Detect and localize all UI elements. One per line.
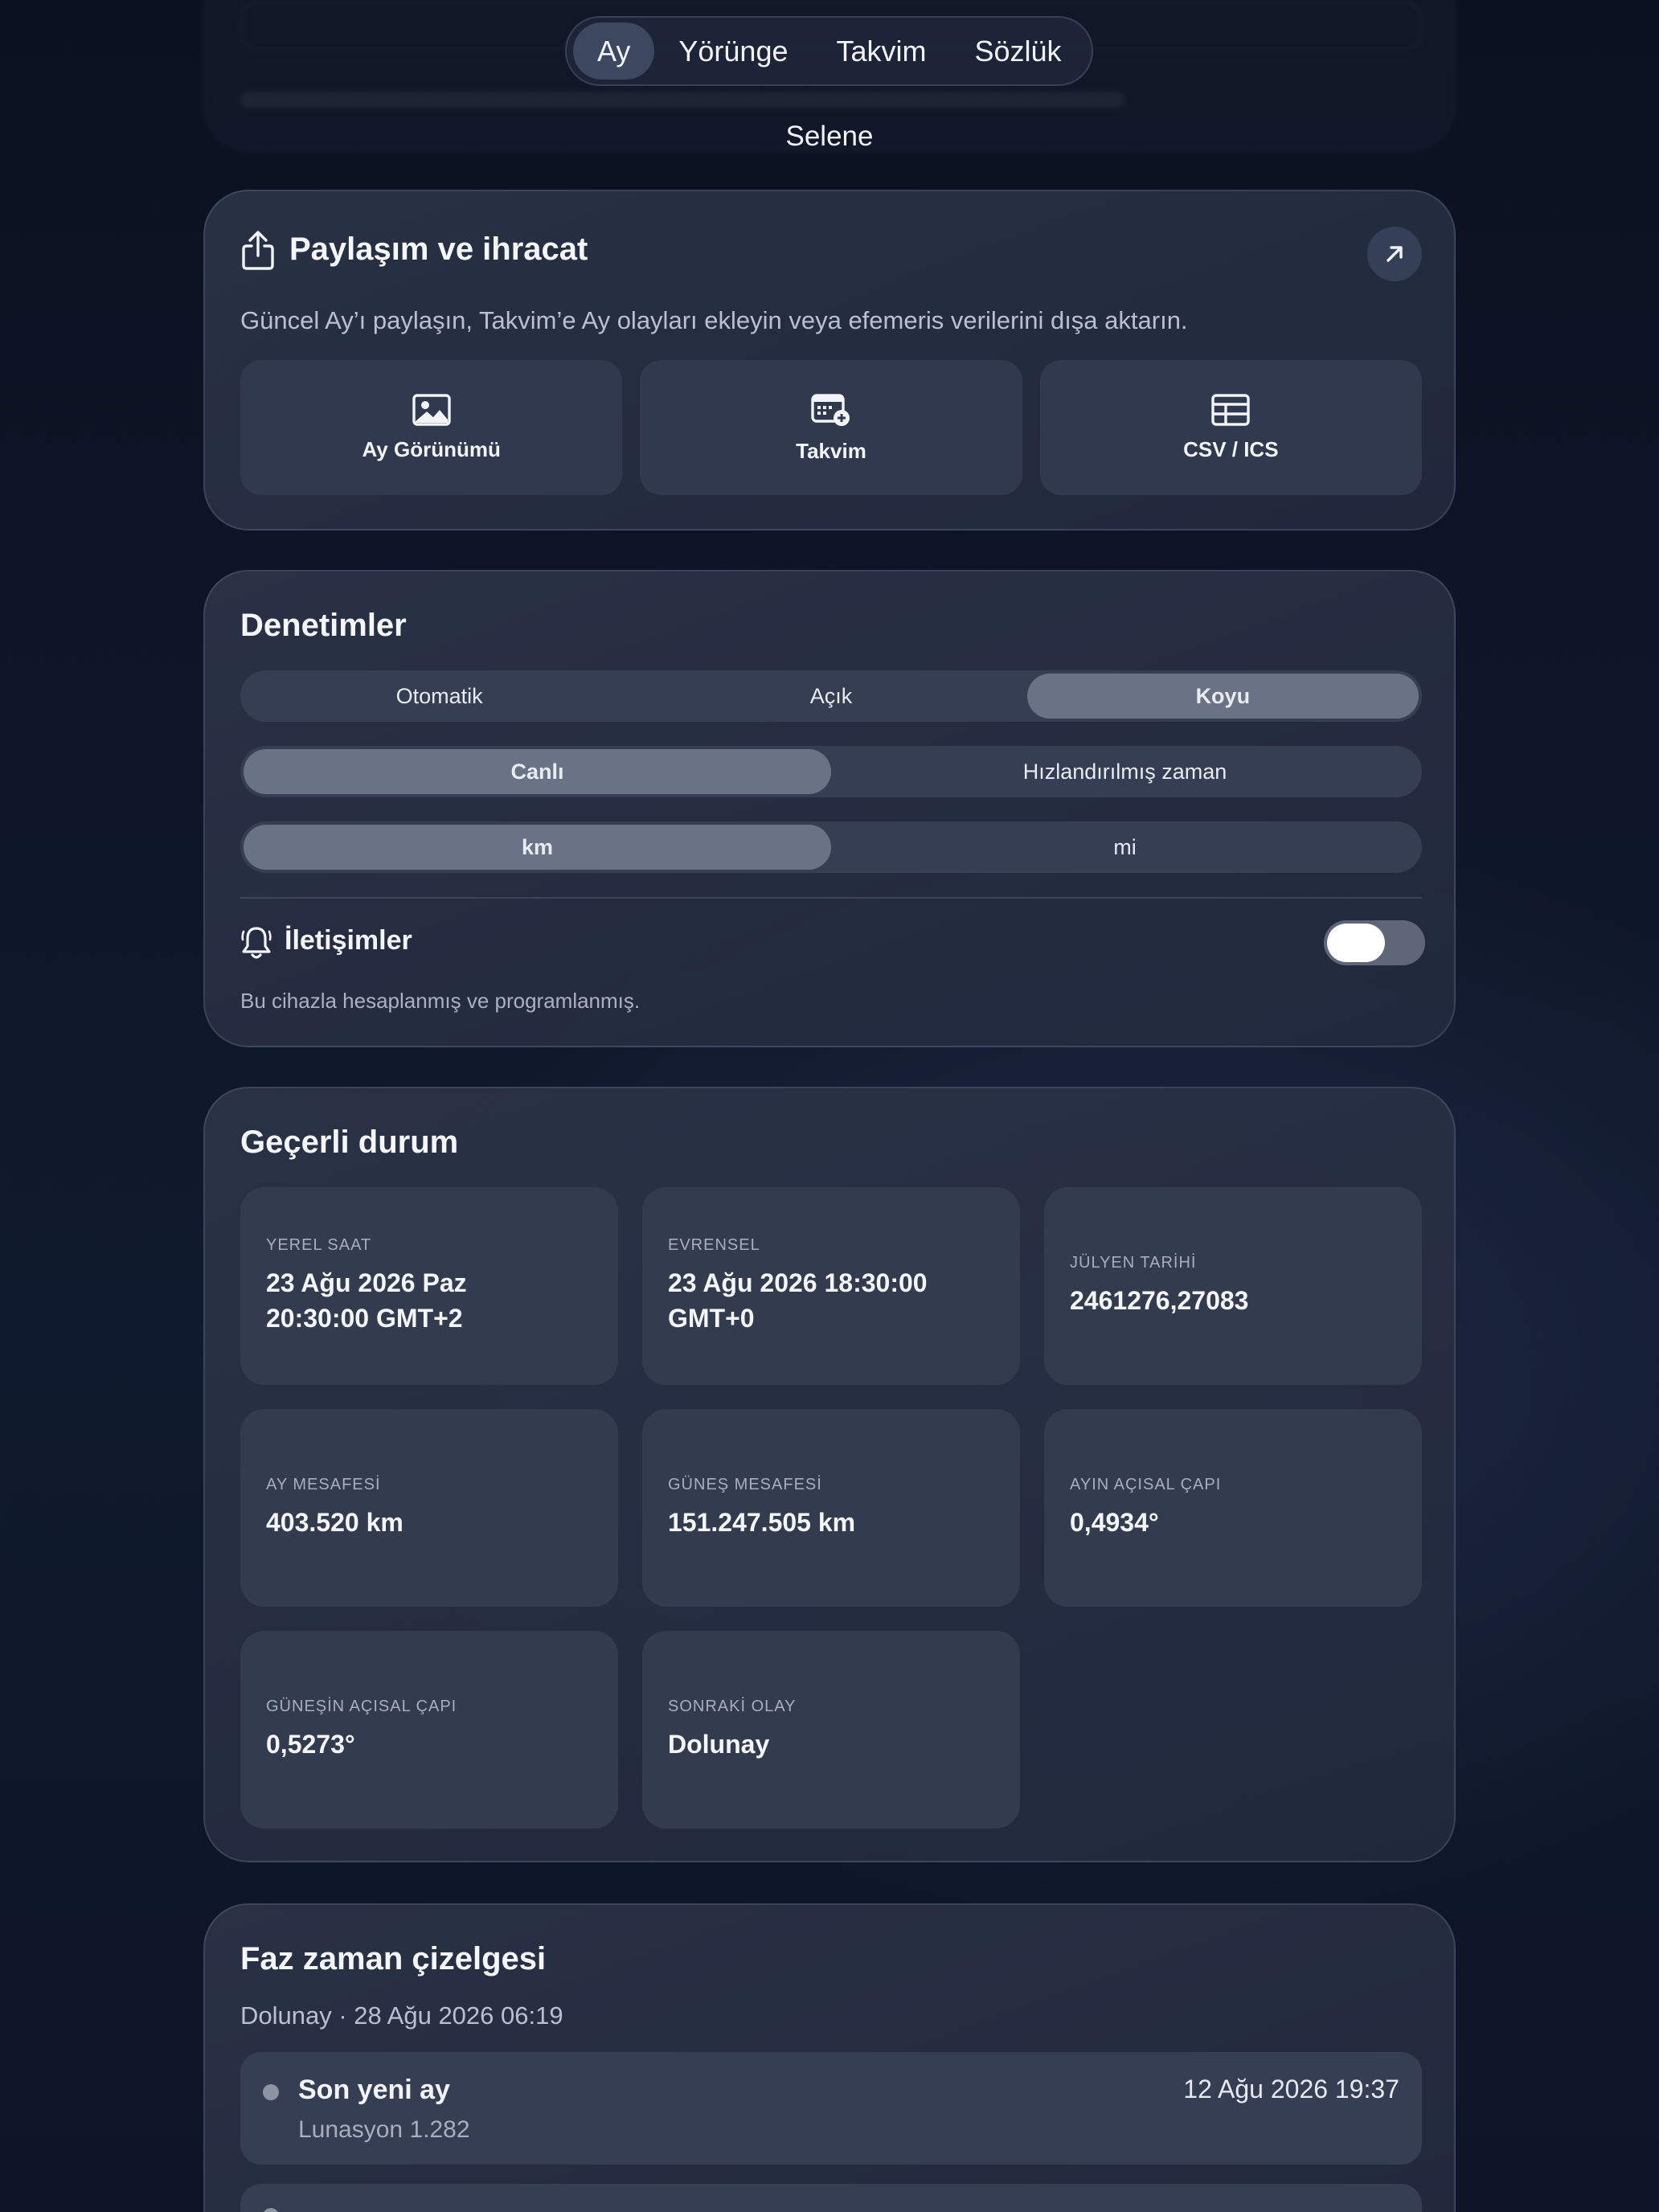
bell-icon [241, 927, 272, 959]
stat-key: GÜNEŞ MESAFESİ [668, 1475, 822, 1493]
timeline-subtitle: Dolunay · 28 Ağu 2026 06:19 [240, 2001, 563, 2030]
stat-key: AYIN AÇISAL ÇAPI [1070, 1475, 1222, 1493]
share-title: Paylaşım ve ihracat [289, 231, 588, 267]
stat-key: AY MESAFESİ [266, 1475, 381, 1493]
theme-option-auto[interactable]: Otomatik [244, 674, 635, 719]
stat-universal-time: EVRENSEL 23 Ağu 2026 18:30:00 GMT+0 [642, 1187, 1020, 1385]
time-option-accelerated[interactable]: Hızlandırılmış zaman [831, 749, 1419, 794]
share-csv-ics-button[interactable]: CSV / ICS [1039, 360, 1422, 495]
state-title: Geçerli durum [240, 1124, 459, 1160]
stat-value: Dolunay [668, 1729, 770, 1759]
stat-key: EVRENSEL [668, 1236, 760, 1255]
timeline-title: Faz zaman çizelgesi [240, 1941, 547, 1976]
stat-value: 151.247.505 km [668, 1507, 856, 1537]
remnant-line [240, 92, 1124, 108]
phase-timeline-card: Faz zaman çizelgesi Dolunay · 28 Ağu 202… [203, 1903, 1456, 2212]
timeline-row[interactable]: Son yeni ay 12 Ağu 2026 19:37 Lunasyon 1… [240, 2052, 1422, 2165]
current-state-card: Geçerli durum YEREL SAAT 23 Ağu 2026 Paz… [203, 1087, 1456, 1862]
phase-dot-icon [263, 2208, 279, 2212]
stat-value: 403.520 km [266, 1507, 403, 1537]
controls-divider [240, 897, 1422, 899]
stat-key: JÜLYEN TARİHİ [1070, 1253, 1197, 1272]
timeline-row-date: 12 Ağu 2026 19:37 [1183, 2075, 1399, 2103]
theme-option-dark[interactable]: Koyu [1026, 674, 1419, 719]
expand-button[interactable] [1367, 227, 1422, 281]
share-export-card: Paylaşım ve ihracat Güncel Ay’ı paylaşın… [203, 190, 1456, 530]
notifications-description: Bu cihazla hesaplanmış ve programlanmış. [240, 989, 641, 1013]
tab-yorunge[interactable]: Yörünge [654, 23, 812, 80]
image-icon [412, 393, 451, 426]
timeline-row-meta: Lunasyon 1.282 [298, 2116, 470, 2143]
stat-key: YEREL SAAT [266, 1236, 372, 1255]
theme-segmented-control: Otomatik Açık Koyu [240, 670, 1422, 722]
share-moon-view-button[interactable]: Ay Görünümü [240, 360, 623, 495]
stat-key: SONRAKİ OLAY [668, 1697, 797, 1715]
stat-value: 0,4934° [1070, 1507, 1159, 1537]
units-segmented-control: km mi [240, 821, 1422, 873]
share-icon [242, 231, 274, 270]
share-option-label: CSV / ICS [1183, 436, 1279, 461]
stat-value: 0,5273° [266, 1729, 355, 1759]
stat-value: 23 Ağu 2026 18:30:00 GMT+0 [668, 1268, 928, 1333]
units-option-mi[interactable]: mi [831, 825, 1419, 870]
stat-moon-angular-diameter: AYIN AÇISAL ÇAPI 0,4934° [1044, 1409, 1422, 1607]
top-segmented-nav: Ay Yörünge Takvim Sözlük [565, 16, 1093, 86]
tab-takvim[interactable]: Takvim [812, 23, 950, 80]
calendar-add-icon [811, 393, 850, 426]
notifications-label: İletişimler [285, 925, 412, 956]
table-icon [1211, 393, 1251, 426]
stat-value: 2461276,27083 [1070, 1285, 1249, 1315]
tab-ay[interactable]: Ay [573, 23, 655, 80]
stat-julian-date: JÜLYEN TARİHİ 2461276,27083 [1044, 1187, 1422, 1385]
controls-title: Denetimler [240, 608, 407, 643]
stat-moon-distance: AY MESAFESİ 403.520 km [240, 1409, 618, 1607]
share-option-label: Ay Görünümü [362, 436, 501, 461]
app-subtitle: Selene [785, 121, 874, 152]
time-option-live[interactable]: Canlı [244, 749, 831, 794]
stat-next-event: SONRAKİ OLAY Dolunay [642, 1631, 1020, 1829]
stat-value: 23 Ağu 2026 Paz 20:30:00 GMT+2 [266, 1268, 467, 1333]
notifications-toggle[interactable] [1324, 920, 1425, 965]
timeline-row-name: Son yeni ay [298, 2075, 450, 2105]
units-option-km[interactable]: km [244, 825, 831, 870]
stat-key: GÜNEŞİN AÇISAL ÇAPI [266, 1697, 457, 1715]
stat-local-time: YEREL SAAT 23 Ağu 2026 Paz 20:30:00 GMT+… [240, 1187, 618, 1385]
timeline-row-partial[interactable] [240, 2184, 1422, 2212]
share-description: Güncel Ay’ı paylaşın, Takvim’e Ay olayla… [240, 306, 1188, 334]
time-mode-segmented-control: Canlı Hızlandırılmış zaman [240, 746, 1422, 797]
stat-sun-angular-diameter: GÜNEŞİN AÇISAL ÇAPI 0,5273° [240, 1631, 618, 1829]
tab-sozluk[interactable]: Sözlük [951, 23, 1086, 80]
arrow-up-right-icon [1387, 246, 1403, 262]
controls-card: Denetimler Otomatik Açık Koyu Canlı Hızl… [203, 570, 1456, 1047]
stat-sun-distance: GÜNEŞ MESAFESİ 151.247.505 km [642, 1409, 1020, 1607]
share-option-label: Takvim [796, 438, 866, 463]
toggle-knob [1327, 924, 1385, 962]
theme-option-light[interactable]: Açık [635, 674, 1026, 719]
share-calendar-button[interactable]: Takvim [640, 360, 1022, 495]
share-options: Ay Görünümü Takvim CSV / ICS [240, 360, 1422, 495]
phase-dot-icon [263, 2084, 279, 2100]
